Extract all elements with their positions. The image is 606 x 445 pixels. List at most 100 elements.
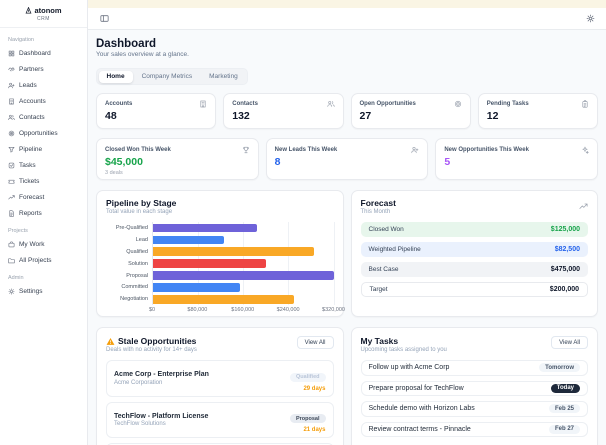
charts-row: Pipeline by Stage Total value in each st… (96, 190, 598, 317)
main-area: Dashboard Your sales overview at a glanc… (88, 0, 606, 445)
stat-value-open-opportunities: 27 (359, 110, 372, 122)
task-item-follow-up-acme[interactable]: Follow up with Acme Corp Tomorrow (360, 360, 588, 376)
user-plus-icon (411, 146, 419, 154)
chart-plot-area (152, 222, 335, 306)
task-item-schedule-demo-horizon[interactable]: Schedule demo with Horizon Labs Feb 25 (360, 401, 588, 417)
target-icon (454, 100, 462, 108)
dashboard-icon (8, 50, 15, 56)
topbar (88, 8, 606, 30)
stale-days: 29 days (303, 385, 326, 392)
bottom-row: Stale Opportunities Deals with no activi… (96, 327, 598, 445)
stat-card-new-leads-week: New Leads This Week 8 (265, 138, 429, 180)
stage-badge: Proposal (289, 414, 326, 423)
user-plus-icon (8, 82, 15, 88)
trending-up-icon (579, 198, 588, 216)
sidebar-item-leads[interactable]: Leads (8, 77, 79, 93)
sidebar-toggle-button[interactable] (98, 13, 110, 25)
panel-left-icon (99, 15, 109, 22)
sidebar-item-dashboard[interactable]: Dashboard (8, 45, 79, 61)
forecast-row-closed-won: Closed Won $125,000 (360, 222, 588, 237)
pipeline-by-stage-card: Pipeline by Stage Total value in each st… (96, 190, 345, 317)
trending-up-icon (8, 194, 15, 199)
sidebar-item-forecast[interactable]: Forecast (8, 189, 79, 205)
page-subtitle: Your sales overview at a glance. (96, 51, 189, 58)
sidebar-item-tickets[interactable]: Tickets (8, 173, 79, 189)
sidebar-item-my-work[interactable]: My Work (8, 236, 79, 252)
tab-home[interactable]: Home (98, 70, 133, 83)
sidebar-item-reports[interactable]: Reports (8, 205, 79, 221)
gear-icon (8, 287, 15, 295)
nav-section-navigation: Navigation (8, 37, 34, 43)
forecast-row-weighted-pipeline: Weighted Pipeline $82,500 (360, 242, 588, 257)
stat-value-new-leads-week: 8 (274, 156, 281, 168)
stage-badge: Qualified (289, 372, 326, 382)
stat-value-contacts: 132 (232, 110, 250, 122)
stale-title: Stale Opportunities (118, 336, 197, 346)
warning-icon (106, 337, 115, 346)
stale-item-techflow[interactable]: TechFlow - Platform License TechFlow Sol… (106, 401, 334, 438)
stat-card-closed-won-week: Closed Won This Week $45,000 3 deals (96, 138, 259, 180)
stat-card-contacts: Contacts 132 (223, 93, 344, 129)
page-title: Dashboard (96, 38, 157, 50)
stat-value-closed-won-week: $45,000 (105, 156, 143, 168)
stale-list: Acme Corp - Enterprise Plan Acme Corpora… (106, 360, 334, 445)
chart-y-axis: Pre-Qualified Lead Qualified Solution Pr… (115, 224, 148, 303)
sidebar-item-opportunities[interactable]: Opportunities (8, 125, 79, 141)
forecast-rows: Closed Won $125,000 Weighted Pipeline $8… (360, 222, 588, 297)
gear-icon (586, 14, 594, 23)
stat-card-accounts: Accounts 48 (96, 93, 217, 129)
bar-negotiation (153, 295, 295, 304)
due-badge: Tomorrow (539, 363, 580, 373)
stat-card-pending-tasks: Pending Tasks 12 (477, 93, 598, 129)
nav-section-projects: Projects (8, 228, 28, 234)
stale-days: 21 days (303, 427, 326, 433)
bar-qualified (153, 247, 314, 256)
dashboard-content: Dashboard Your sales overview at a glanc… (88, 30, 606, 445)
pipeline-chart-title: Pipeline by Stage (106, 198, 177, 208)
settings-button[interactable] (584, 13, 596, 25)
forecast-title: Forecast (360, 198, 396, 208)
gridline (333, 222, 335, 306)
nav-section-admin: Admin (8, 275, 24, 281)
tasks-list: Follow up with Acme Corp Tomorrow Prepar… (360, 360, 588, 437)
app-logo[interactable]: atonom CRM (0, 0, 87, 28)
task-item-review-contract-pinnacle[interactable]: Review contract terms - Pinnacle Feb 27 (360, 421, 588, 437)
file-text-icon (9, 209, 14, 217)
tasks-view-all-button[interactable]: View All (551, 336, 588, 349)
logo-subtext: CRM (37, 16, 50, 22)
bar-pre-qualified (153, 223, 258, 233)
building-icon (199, 100, 207, 108)
stale-item-acme[interactable]: Acme Corp - Enterprise Plan Acme Corpora… (106, 360, 334, 397)
my-tasks-card: My Tasks Upcoming tasks assigned to you … (350, 327, 598, 445)
sidebar-item-settings[interactable]: Settings (8, 283, 79, 299)
sidebar-item-all-projects[interactable]: All Projects (8, 252, 79, 268)
stat-value-pending-tasks: 12 (486, 110, 499, 122)
briefcase-icon (8, 241, 15, 247)
stat-value-accounts: 48 (105, 110, 117, 122)
task-item-prepare-proposal-techflow[interactable]: Prepare proposal for TechFlow Today (360, 380, 588, 396)
bar-solution (153, 259, 266, 268)
users-icon (8, 114, 15, 120)
sidebar-item-accounts[interactable]: Accounts (8, 93, 79, 109)
stat-card-open-opportunities: Open Opportunities 27 (350, 93, 471, 129)
stat-value-new-opportunities-week: 5 (444, 156, 451, 168)
handshake-icon (8, 66, 15, 71)
sidebar-item-tasks[interactable]: Tasks (8, 157, 79, 173)
dashboard-tabs: Home Company Metrics Marketing (96, 68, 249, 85)
forecast-card: Forecast This Month Closed Won $125,000 … (350, 190, 598, 317)
building-icon (9, 98, 14, 104)
tasks-title: My Tasks (360, 336, 399, 346)
sidebar-item-partners[interactable]: Partners (8, 61, 79, 77)
tasks-subtitle: Upcoming tasks assigned to you (360, 347, 447, 353)
ticket-icon (8, 179, 15, 184)
due-badge: Today (550, 383, 580, 393)
target-icon (8, 130, 15, 136)
sidebar-item-pipeline[interactable]: Pipeline (8, 141, 79, 157)
tab-marketing[interactable]: Marketing (201, 71, 246, 83)
sidebar-item-contacts[interactable]: Contacts (8, 109, 79, 125)
sidebar: atonom CRM Navigation Dashboard Partners… (0, 0, 88, 445)
tab-company-metrics[interactable]: Company Metrics (134, 71, 201, 83)
stale-view-all-button[interactable]: View All (296, 336, 334, 349)
logo-text: atonom (34, 6, 62, 15)
sparkles-icon (581, 146, 589, 154)
